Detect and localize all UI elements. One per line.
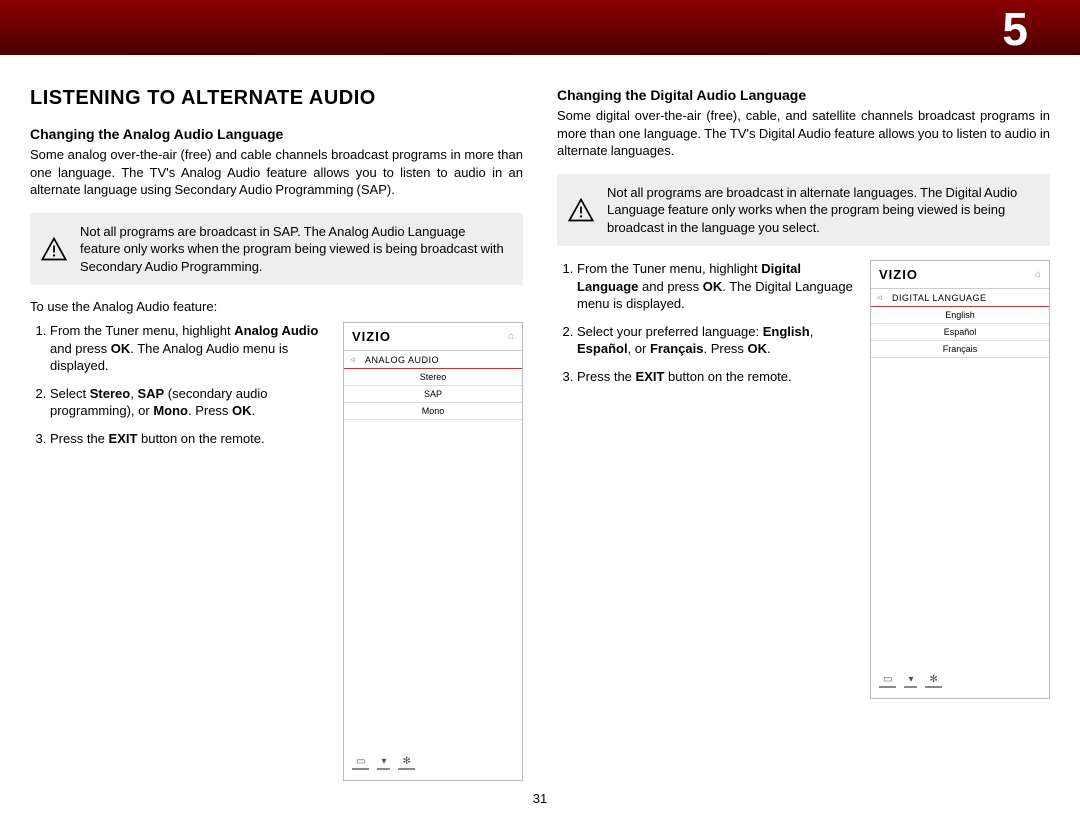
tv-screen-icon: ▭ bbox=[879, 674, 896, 688]
page-number: 31 bbox=[0, 791, 1080, 806]
tv-header: VIZIO ⌂ bbox=[871, 261, 1049, 289]
analog-steps: From the Tuner menu, highlight Analog Au… bbox=[30, 322, 329, 457]
left-column: LISTENING TO ALTERNATE AUDIO Changing th… bbox=[30, 87, 523, 781]
tv-gear-icon: ✻ bbox=[925, 674, 941, 688]
tv-option-english: English bbox=[871, 307, 1049, 324]
tv-option-espanol: Español bbox=[871, 324, 1049, 341]
vizio-logo: VIZIO bbox=[879, 267, 918, 282]
analog-note: Not all programs are broadcast in SAP. T… bbox=[30, 213, 523, 286]
tv-section-label: ANALOG AUDIO bbox=[365, 355, 439, 365]
tv-section-label: DIGITAL LANGUAGE bbox=[892, 293, 987, 303]
tv-option-sap: SAP bbox=[344, 386, 522, 403]
tv-options-list: Stereo SAP Mono bbox=[344, 369, 522, 750]
right-column: Changing the Digital Audio Language Some… bbox=[557, 87, 1050, 781]
content-columns: LISTENING TO ALTERNATE AUDIO Changing th… bbox=[0, 55, 1080, 791]
tv-header: VIZIO ⌂ bbox=[344, 323, 522, 351]
vizio-logo: VIZIO bbox=[352, 329, 391, 344]
digital-paragraph: Some digital over-the-air (free), cable,… bbox=[557, 107, 1050, 160]
analog-tv-screenshot: VIZIO ⌂ ANALOG AUDIO Stereo SAP Mono ▭ ▾… bbox=[343, 322, 523, 781]
warning-icon bbox=[567, 196, 595, 224]
tv-spacer bbox=[344, 420, 522, 750]
tv-footer: ▭ ▾ ✻ bbox=[871, 668, 1049, 698]
tv-spacer bbox=[871, 358, 1049, 668]
digital-step-3: Press the EXIT button on the remote. bbox=[577, 368, 856, 386]
analog-step-3: Press the EXIT button on the remote. bbox=[50, 430, 329, 448]
analog-step-1: From the Tuner menu, highlight Analog Au… bbox=[50, 322, 329, 375]
digital-note-text: Not all programs are broadcast in altern… bbox=[607, 184, 1036, 237]
tv-gear-icon: ✻ bbox=[398, 756, 414, 770]
tv-option-francais: Français bbox=[871, 341, 1049, 358]
tv-footer: ▭ ▾ ✻ bbox=[344, 750, 522, 780]
digital-steps: From the Tuner menu, highlight Digital L… bbox=[557, 260, 856, 395]
main-title: LISTENING TO ALTERNATE AUDIO bbox=[30, 87, 523, 110]
tv-section-title: ANALOG AUDIO bbox=[344, 351, 522, 369]
digital-subtitle: Changing the Digital Audio Language bbox=[557, 87, 1050, 103]
tv-v-icon: ▾ bbox=[904, 674, 917, 688]
chapter-number: 5 bbox=[1002, 2, 1028, 56]
back-icon bbox=[350, 354, 359, 365]
home-icon: ⌂ bbox=[1035, 269, 1041, 280]
home-icon: ⌂ bbox=[508, 331, 514, 342]
analog-list-intro: To use the Analog Audio feature: bbox=[30, 299, 523, 314]
digital-step-1: From the Tuner menu, highlight Digital L… bbox=[577, 260, 856, 313]
tv-section-title: DIGITAL LANGUAGE bbox=[871, 289, 1049, 307]
analog-subtitle: Changing the Analog Audio Language bbox=[30, 126, 523, 142]
tv-v-icon: ▾ bbox=[377, 756, 390, 770]
digital-note: Not all programs are broadcast in altern… bbox=[557, 174, 1050, 247]
tv-options-list: English Español Français bbox=[871, 307, 1049, 668]
warning-icon bbox=[40, 235, 68, 263]
analog-note-text: Not all programs are broadcast in SAP. T… bbox=[80, 223, 509, 276]
digital-steps-wrap: From the Tuner menu, highlight Digital L… bbox=[557, 260, 1050, 699]
digital-step-2: Select your preferred language: English,… bbox=[577, 323, 856, 358]
tv-screen-icon: ▭ bbox=[352, 756, 369, 770]
back-icon bbox=[877, 292, 886, 303]
digital-tv-screenshot: VIZIO ⌂ DIGITAL LANGUAGE English Español… bbox=[870, 260, 1050, 699]
page-header: 5 bbox=[0, 0, 1080, 55]
analog-steps-wrap: From the Tuner menu, highlight Analog Au… bbox=[30, 322, 523, 781]
tv-option-mono: Mono bbox=[344, 403, 522, 420]
analog-step-2: Select Stereo, SAP (secondary audio prog… bbox=[50, 385, 329, 420]
analog-paragraph: Some analog over-the-air (free) and cabl… bbox=[30, 146, 523, 199]
tv-option-stereo: Stereo bbox=[344, 369, 522, 386]
